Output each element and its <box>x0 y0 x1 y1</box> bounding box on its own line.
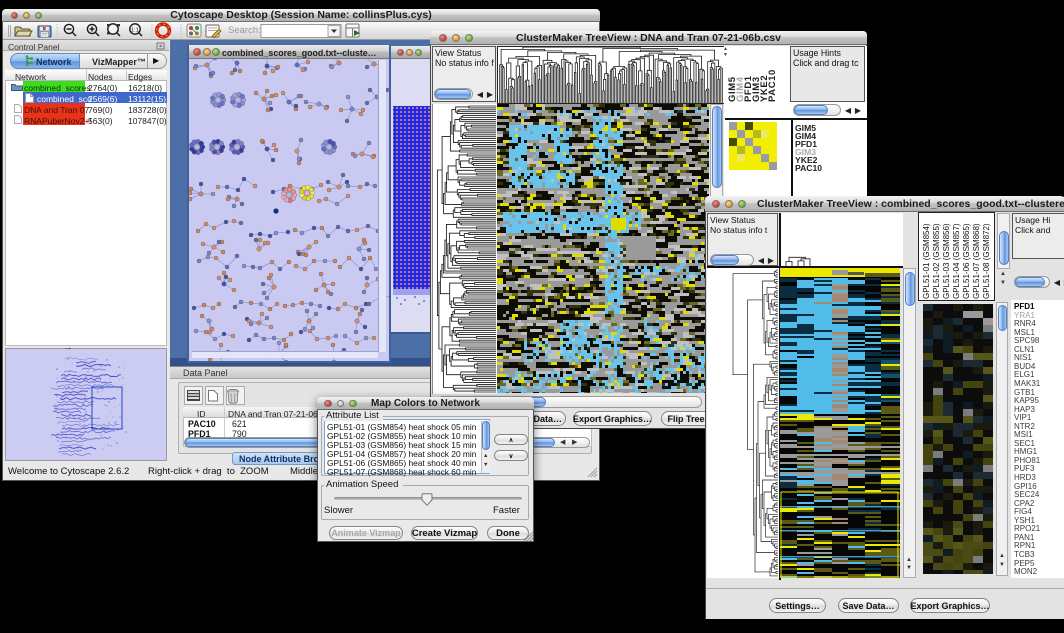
svg-text:1:1: 1:1 <box>131 28 139 34</box>
svg-text:Search:: Search: <box>228 25 261 36</box>
